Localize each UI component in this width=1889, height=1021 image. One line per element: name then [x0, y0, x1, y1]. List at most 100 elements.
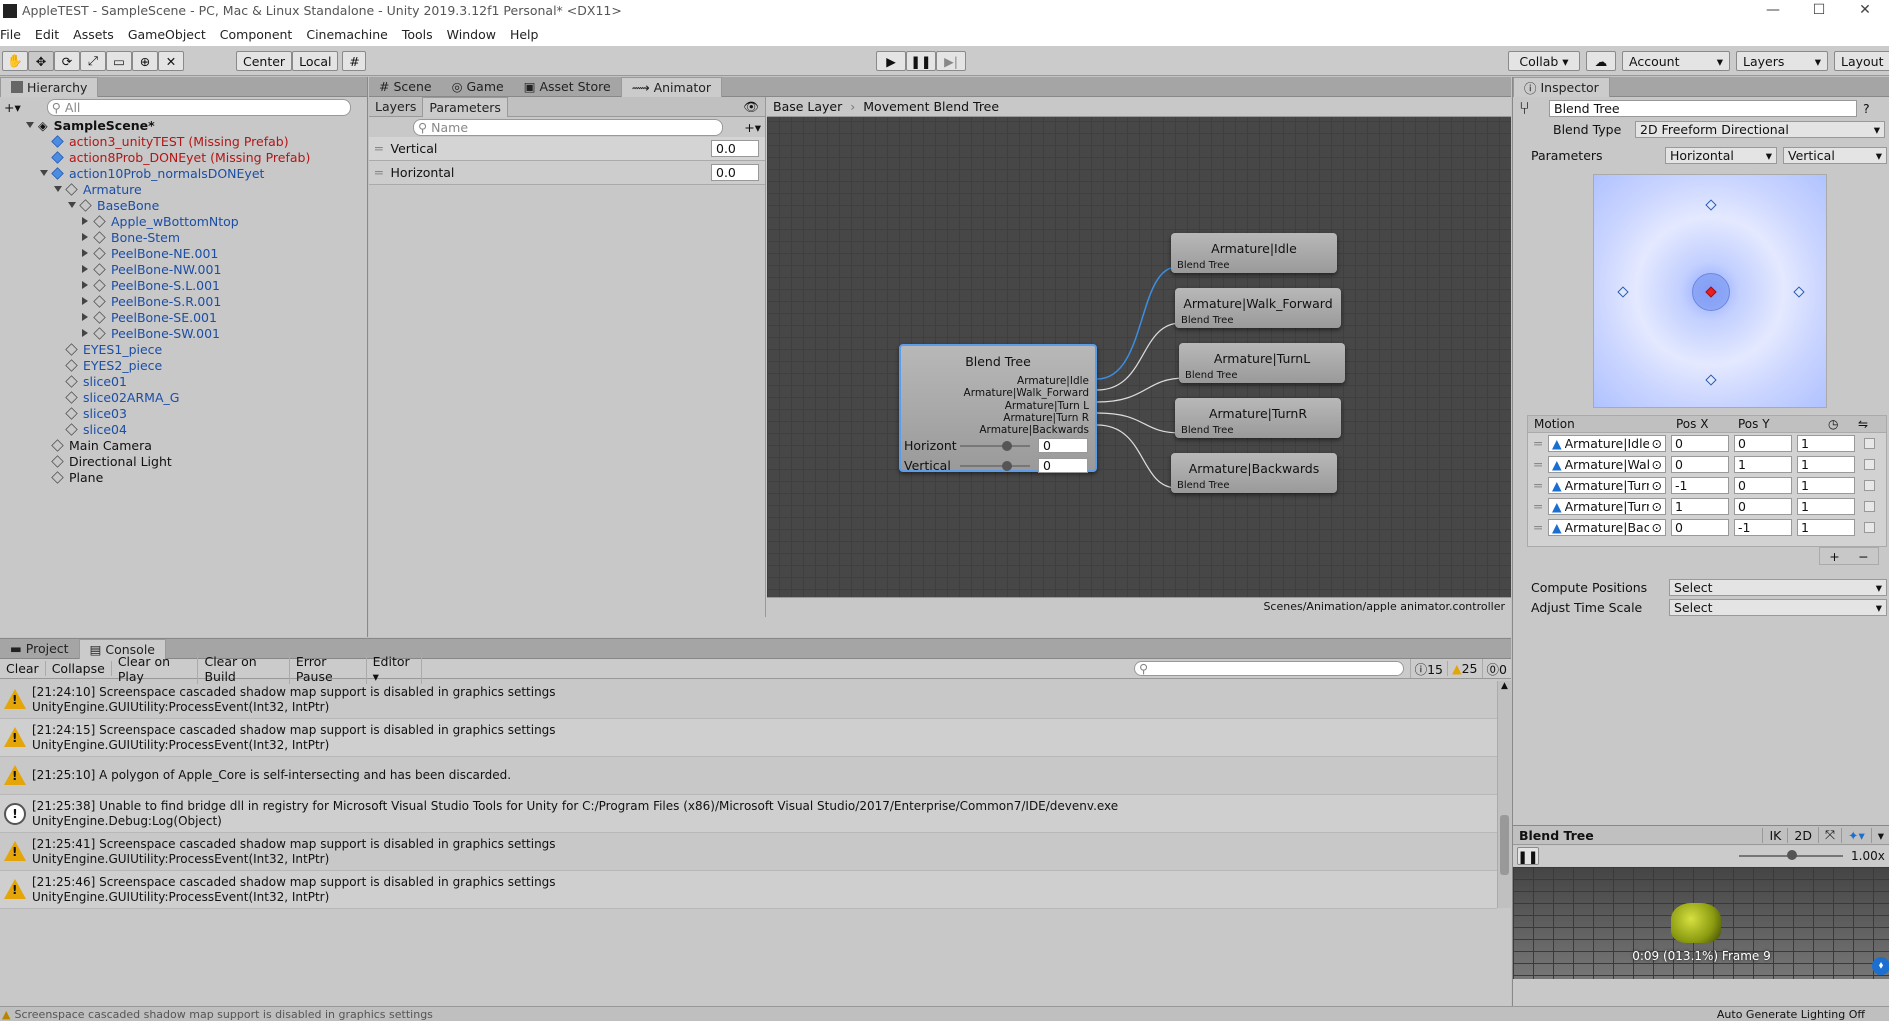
scene-root[interactable]: ◈ SampleScene*	[0, 117, 367, 133]
parameter-value-field[interactable]: 0.0	[711, 140, 759, 157]
blend-space-visualization[interactable]	[1593, 174, 1827, 408]
collapsed-arrow-icon[interactable]	[82, 217, 88, 225]
parameter-row[interactable]: ═ Horizontal 0.0	[369, 161, 765, 185]
hierarchy-item[interactable]: action8Prob_DONEyet (Missing Prefab)	[0, 149, 367, 165]
preview-viewport[interactable]: 0:09 (013.1%) Frame 9 ⬧	[1513, 867, 1889, 979]
hierarchy-item[interactable]: slice01	[0, 373, 367, 389]
object-picker-icon[interactable]: ⊙	[1652, 478, 1662, 493]
mirror-checkbox[interactable]	[1864, 501, 1875, 512]
tag-icon[interactable]: ⬧	[1872, 957, 1889, 975]
collapsed-arrow-icon[interactable]	[82, 329, 88, 337]
info-count-toggle[interactable]: ⓘ15	[1409, 659, 1447, 678]
preview-pause-button[interactable]: ❚❚	[1517, 847, 1539, 865]
tab-inspector[interactable]: ⓘ Inspector	[1513, 76, 1610, 97]
clear-on-play-toggle[interactable]: Clear on Play	[112, 653, 199, 684]
account-dropdown[interactable]: Account ▾	[1622, 51, 1730, 71]
hierarchy-item[interactable]: Plane	[0, 469, 367, 485]
collapse-toggle[interactable]: Collapse	[46, 661, 112, 676]
param-x-dropdown[interactable]: Horizontal ▾	[1665, 146, 1777, 164]
hierarchy-item[interactable]: Apple_wBottomNtop	[0, 213, 367, 229]
speed-field[interactable]: 1	[1797, 498, 1855, 515]
parameter-search-input[interactable]: ⚲ Name	[413, 118, 723, 136]
expand-arrow-icon[interactable]	[40, 170, 48, 176]
tab-asset-store[interactable]: ▣ Asset Store	[514, 77, 621, 97]
slider-knob-icon[interactable]	[1002, 440, 1012, 451]
mirror-checkbox[interactable]	[1864, 459, 1875, 470]
motion-row[interactable]: ═ ▲ Armature|Turn ⊙ -1 0 1	[1528, 475, 1886, 496]
console-log-entry[interactable]: [21:24:15] Screenspace cascaded shadow m…	[0, 719, 1497, 757]
console-log-entry[interactable]: [21:25:41] Screenspace cascaded shadow m…	[0, 833, 1497, 871]
options-icon[interactable]: ▾	[1870, 827, 1889, 843]
hierarchy-item[interactable]: Bone-Stem	[0, 229, 367, 245]
hierarchy-item[interactable]: PeelBone-SW.001	[0, 325, 367, 341]
param-y-dropdown[interactable]: Vertical ▾	[1783, 146, 1887, 164]
rotate-tool-icon[interactable]: ⟳	[54, 51, 80, 71]
hierarchy-item[interactable]: Armature	[0, 181, 367, 197]
collapsed-arrow-icon[interactable]	[82, 313, 88, 321]
drag-handle-icon[interactable]: ═	[1528, 520, 1548, 535]
hierarchy-item[interactable]: action3_unityTEST (Missing Prefab)	[0, 133, 367, 149]
eye-icon[interactable]: 👁	[743, 99, 759, 115]
play-button[interactable]: ▶	[876, 51, 906, 71]
object-picker-icon[interactable]: ⊙	[1652, 457, 1662, 472]
parameter-row[interactable]: ═ Vertical 0.0	[369, 137, 765, 161]
console-log-entry[interactable]: [21:25:10] A polygon of Apple_Core is se…	[0, 757, 1497, 795]
add-motion-button[interactable]: +	[1829, 549, 1839, 564]
tab-game[interactable]: ◎ Game	[442, 77, 514, 97]
parameter-value-field[interactable]: 0.0	[711, 164, 759, 181]
compute-positions-dropdown[interactable]: Select ▾	[1669, 578, 1887, 596]
horizontal-slider[interactable]	[960, 440, 1030, 451]
motion-clip-field[interactable]: ▲ Armature|Back ⊙	[1548, 519, 1666, 536]
step-button[interactable]: ▶|	[936, 51, 966, 71]
hierarchy-item[interactable]: slice02ARMA_G	[0, 389, 367, 405]
menu-cinemachine[interactable]: Cinemachine	[306, 27, 388, 42]
clip-node[interactable]: Armature|Backwards Blend Tree	[1171, 453, 1337, 493]
tab-layers[interactable]: Layers	[369, 97, 422, 117]
hierarchy-item[interactable]: Main Camera	[0, 437, 367, 453]
preview-model-icon[interactable]: ✦▾	[1840, 827, 1871, 843]
tab-hierarchy[interactable]: Hierarchy	[0, 76, 99, 97]
warning-count-toggle[interactable]: ▲25	[1446, 661, 1482, 676]
pos-x-field[interactable]: 0	[1671, 519, 1729, 536]
2d-toggle[interactable]: 2D	[1787, 827, 1818, 843]
clip-node[interactable]: Armature|Walk_Forward Blend Tree	[1175, 288, 1341, 328]
adjust-time-scale-dropdown[interactable]: Select ▾	[1669, 598, 1887, 616]
hierarchy-search-input[interactable]: ⚲ All	[46, 98, 351, 116]
speed-field[interactable]: 1	[1797, 435, 1855, 452]
add-object-icon[interactable]: +▾	[4, 100, 21, 115]
add-parameter-icon[interactable]: +▾	[744, 120, 761, 135]
hand-tool-icon[interactable]: ✋	[2, 51, 28, 71]
pos-x-field[interactable]: 1	[1671, 498, 1729, 515]
collapsed-arrow-icon[interactable]	[82, 281, 88, 289]
help-icon[interactable]: ?	[1863, 101, 1870, 116]
pivot-center-button[interactable]: Center	[236, 51, 293, 71]
speed-field[interactable]: 1	[1797, 456, 1855, 473]
pos-y-field[interactable]: -1	[1734, 519, 1792, 536]
expand-arrow-icon[interactable]	[26, 122, 34, 128]
menu-component[interactable]: Component	[220, 27, 293, 42]
slider-knob-icon[interactable]	[1787, 850, 1797, 860]
pos-x-field[interactable]: -1	[1671, 477, 1729, 494]
console-log-entry[interactable]: [21:24:10] Screenspace cascaded shadow m…	[0, 681, 1497, 719]
drag-handle-icon[interactable]: ═	[1528, 457, 1548, 472]
console-search-input[interactable]: ⚲	[1133, 661, 1404, 676]
error-pause-toggle[interactable]: Error Pause	[290, 653, 367, 684]
menu-gameobject[interactable]: GameObject	[128, 27, 206, 42]
menu-assets[interactable]: Assets	[73, 27, 114, 42]
motion-clip-field[interactable]: ▲ Armature|Idle ⊙	[1548, 435, 1666, 452]
ik-toggle[interactable]: IK	[1762, 827, 1787, 843]
menu-file[interactable]: File	[0, 27, 21, 42]
motion-point-icon[interactable]	[1793, 286, 1805, 298]
menu-window[interactable]: Window	[447, 27, 496, 42]
object-picker-icon[interactable]: ⊙	[1652, 520, 1662, 535]
close-button[interactable]: ✕	[1842, 0, 1888, 22]
playback-speed-slider[interactable]	[1739, 850, 1843, 860]
hierarchy-item[interactable]: PeelBone-SE.001	[0, 309, 367, 325]
pos-y-field[interactable]: 0	[1734, 477, 1792, 494]
transform-tool-icon[interactable]: ⊕	[132, 51, 158, 71]
status-message[interactable]: Screenspace cascaded shadow map support …	[14, 1008, 432, 1021]
menu-tools[interactable]: Tools	[402, 27, 433, 42]
collapsed-arrow-icon[interactable]	[82, 297, 88, 305]
drag-handle-icon[interactable]: ═	[1528, 478, 1548, 493]
menu-edit[interactable]: Edit	[35, 27, 59, 42]
